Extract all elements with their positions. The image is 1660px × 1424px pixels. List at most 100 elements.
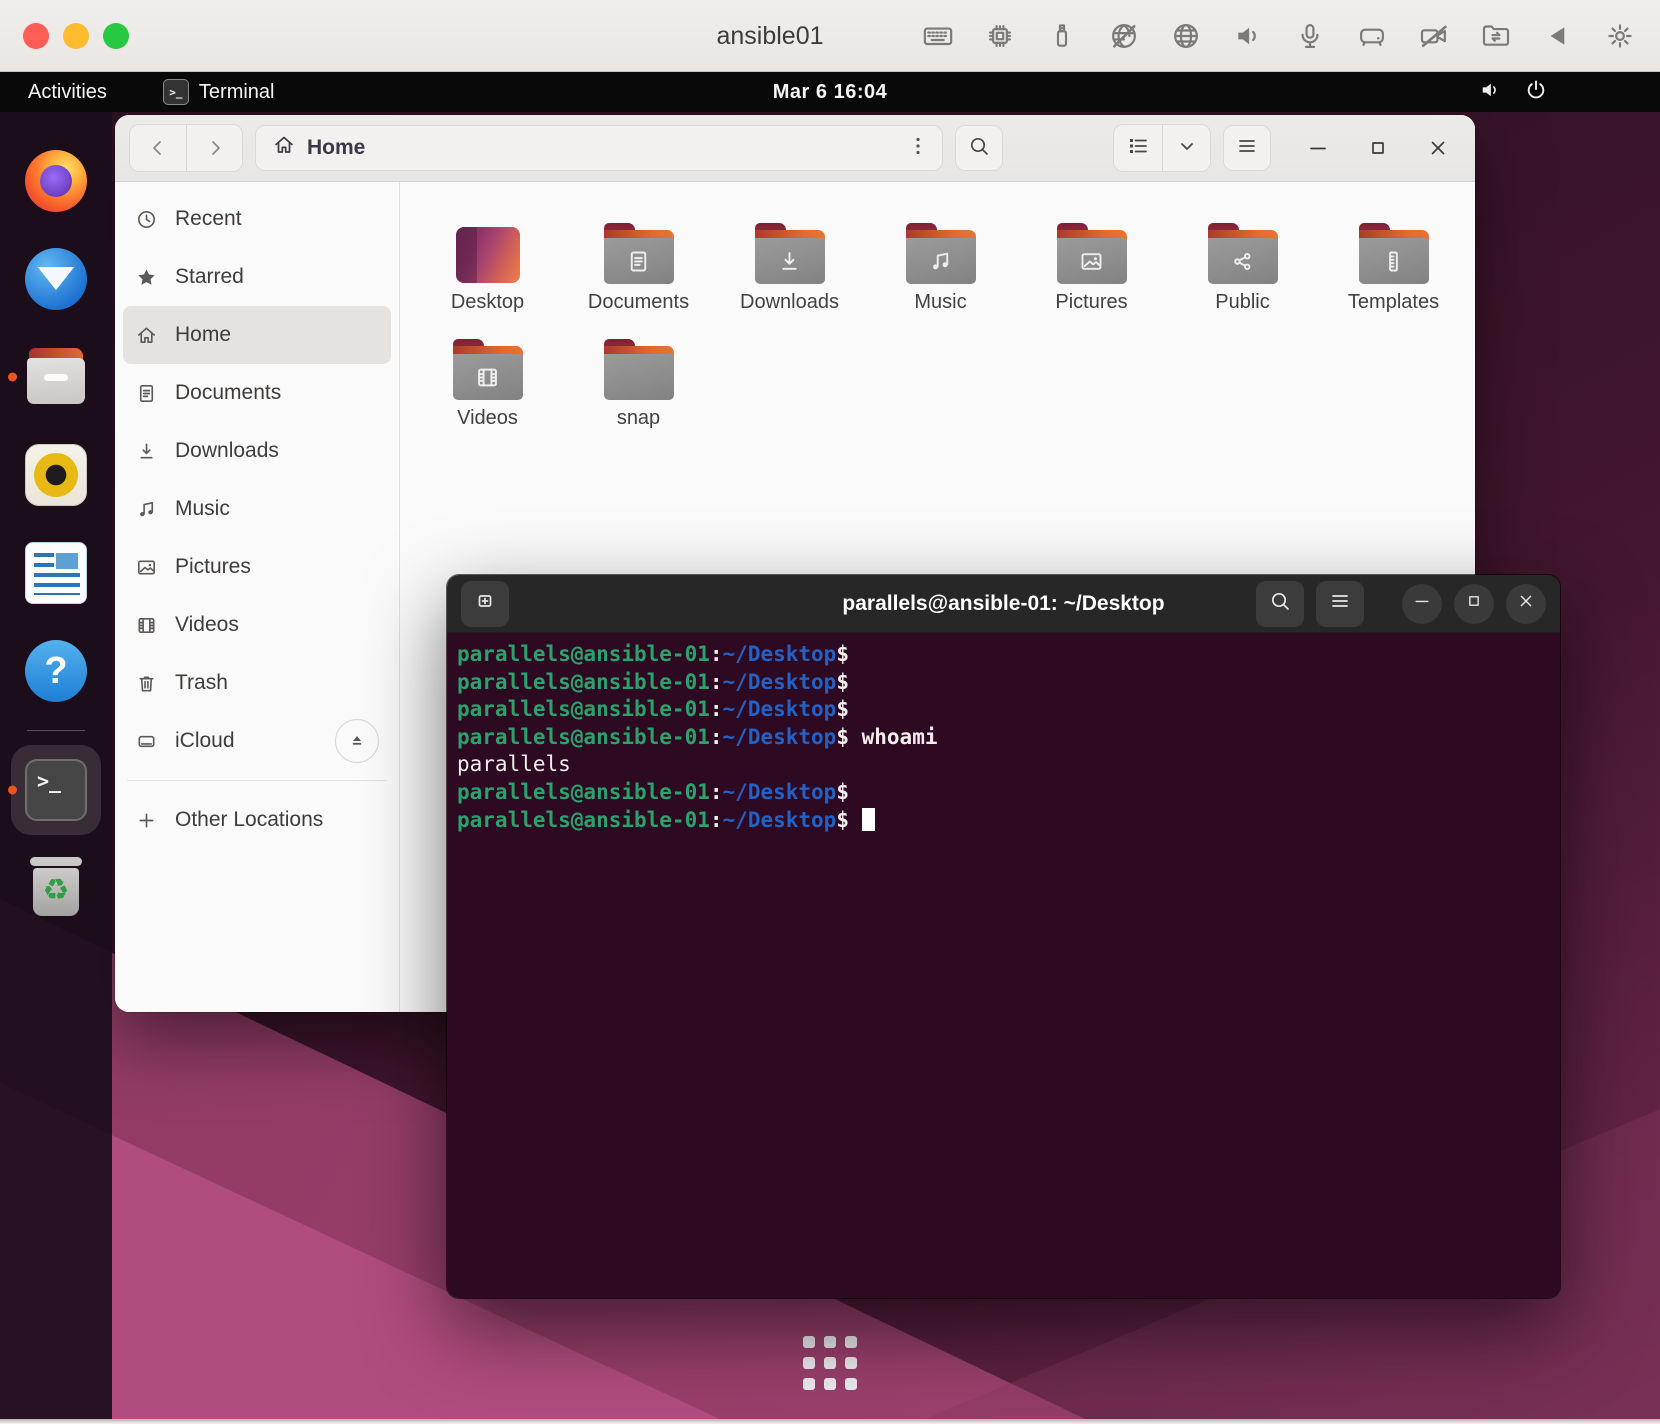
- folder-pictures[interactable]: Pictures: [1016, 202, 1167, 318]
- terminal-menu-button[interactable]: [1316, 581, 1364, 627]
- plus-icon: [135, 809, 158, 832]
- folder-icon: [604, 339, 674, 400]
- current-location: Home: [272, 133, 365, 163]
- sidebar-item-trash[interactable]: Trash: [123, 654, 391, 712]
- terminal-window: parallels@ansible-01: ~/Desktop parallel…: [447, 575, 1560, 1298]
- volume-icon: [1232, 20, 1264, 52]
- image-icon: [135, 556, 158, 579]
- location-menu-button[interactable]: [894, 126, 942, 170]
- dock-item-thunderbird[interactable]: [0, 248, 112, 310]
- folder-icon: [1359, 223, 1429, 284]
- sidebar-item-downloads[interactable]: Downloads: [123, 422, 391, 480]
- window-close-button[interactable]: [1421, 131, 1455, 165]
- vm-usb-button[interactable]: [1046, 20, 1078, 52]
- terminal-close-button[interactable]: [1506, 584, 1546, 624]
- close-icon: [1426, 136, 1450, 160]
- vm-volume-button[interactable]: [1232, 20, 1264, 52]
- document-icon: [625, 248, 652, 275]
- rhythmbox-icon: [25, 444, 87, 506]
- folder-documents[interactable]: Documents: [563, 202, 714, 318]
- sidebar-item-starred[interactable]: Starred: [123, 248, 391, 306]
- sidebar-item-documents[interactable]: Documents: [123, 364, 391, 422]
- main-menu-button[interactable]: [1223, 125, 1271, 171]
- system-status-area[interactable]: [1478, 78, 1548, 107]
- terminal-search-button[interactable]: [1256, 581, 1304, 627]
- view-options-dropdown[interactable]: [1162, 125, 1210, 171]
- terminal-minimize-button[interactable]: [1402, 584, 1442, 624]
- path-label: Home: [307, 136, 365, 160]
- folder-downloads[interactable]: Downloads: [714, 202, 865, 318]
- vm-network-off-button[interactable]: [1108, 20, 1140, 52]
- globe-icon: [1170, 20, 1202, 52]
- hamburger-icon: [1235, 134, 1259, 158]
- folder-music[interactable]: Music: [865, 202, 1016, 318]
- vm-microphone-button[interactable]: [1294, 20, 1326, 52]
- vm-play-left-button[interactable]: [1542, 20, 1574, 52]
- new-tab-button[interactable]: [461, 581, 509, 627]
- topbar-volume-icon[interactable]: [1478, 78, 1502, 107]
- vm-shared-folder-button[interactable]: [1480, 20, 1512, 52]
- list-view-button[interactable]: [1114, 125, 1162, 171]
- folder-videos[interactable]: Videos: [412, 318, 563, 434]
- magnifier-icon: [1268, 589, 1292, 613]
- vm-keyboard-button[interactable]: [922, 20, 954, 52]
- vm-gear-button[interactable]: [1604, 20, 1636, 52]
- sidebar-item-other-locations[interactable]: Other Locations: [123, 791, 391, 849]
- dock-item-terminal[interactable]: >_: [0, 759, 112, 821]
- sidebar-item-pictures[interactable]: Pictures: [123, 538, 391, 596]
- sidebar-item-label: Home: [175, 323, 231, 347]
- search-button[interactable]: [955, 125, 1003, 171]
- sidebar-item-videos[interactable]: Videos: [123, 596, 391, 654]
- path-bar[interactable]: Home: [255, 125, 943, 171]
- folder-desktop[interactable]: Desktop: [412, 202, 563, 318]
- sidebar-item-music[interactable]: Music: [123, 480, 391, 538]
- dock-item-rhythmbox[interactable]: [0, 444, 112, 506]
- hamburger-icon: [1328, 589, 1352, 613]
- sidebar-item-home[interactable]: Home: [123, 306, 391, 364]
- folder-icon: [453, 339, 523, 400]
- magnifier-icon: [967, 134, 991, 158]
- forward-button[interactable]: [186, 125, 242, 171]
- eject-button[interactable]: [335, 719, 379, 763]
- vm-harddisk-button[interactable]: [1356, 20, 1388, 52]
- eject-icon: [348, 732, 366, 750]
- folder-label: Desktop: [451, 291, 524, 314]
- dock-item-firefox[interactable]: [0, 150, 112, 212]
- folder-snap[interactable]: snap: [563, 318, 714, 434]
- dock-item-show-applications[interactable]: [0, 1336, 1660, 1390]
- folder-icon: [1208, 223, 1278, 284]
- sidebar-item-label: Other Locations: [175, 808, 323, 832]
- trash-icon: ♻: [25, 857, 87, 919]
- folder-templates[interactable]: Templates: [1318, 202, 1469, 318]
- window-bottom-edge: [0, 1419, 1660, 1424]
- dock-item-help[interactable]: ?: [0, 640, 112, 702]
- folder-label: Documents: [588, 291, 689, 314]
- home-icon: [135, 324, 158, 347]
- back-button[interactable]: [130, 125, 186, 171]
- sidebar-item-label: Pictures: [175, 555, 251, 579]
- sidebar-item-recent[interactable]: Recent: [123, 190, 391, 248]
- dock-item-files[interactable]: [0, 346, 112, 408]
- clock[interactable]: Mar 6 16:04: [0, 81, 1660, 104]
- terminal-output[interactable]: parallels@ansible-01:~/Desktop$parallels…: [447, 633, 1560, 1298]
- dock-bottom: [0, 1336, 1660, 1390]
- window-minimize-button[interactable]: [1301, 131, 1335, 165]
- vm-cpu-button[interactable]: [984, 20, 1016, 52]
- vm-globe-button[interactable]: [1170, 20, 1202, 52]
- firefox-icon: [25, 150, 87, 212]
- home-icon: [272, 133, 296, 157]
- sidebar-item-icloud[interactable]: iCloud: [123, 712, 391, 770]
- dock-item-writer[interactable]: [0, 542, 112, 604]
- window-maximize-button[interactable]: [1361, 131, 1395, 165]
- topbar-power-icon[interactable]: [1524, 78, 1548, 107]
- dock-item-trash[interactable]: ♻: [0, 857, 112, 919]
- sidebar-item-label: Trash: [175, 671, 228, 695]
- terminal-maximize-button[interactable]: [1454, 584, 1494, 624]
- share-icon: [1229, 248, 1256, 275]
- dock-separator: [27, 730, 85, 731]
- vm-camera-off-button[interactable]: [1418, 20, 1450, 52]
- files-headerbar: Home: [115, 115, 1475, 182]
- running-indicator: [8, 786, 17, 795]
- close-icon: [1516, 591, 1536, 611]
- folder-public[interactable]: Public: [1167, 202, 1318, 318]
